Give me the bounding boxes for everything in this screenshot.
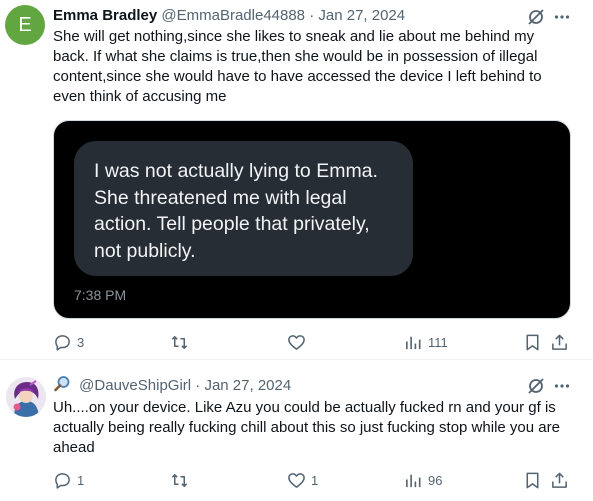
share-button[interactable] [550,332,569,352]
like-button[interactable]: 1 [287,470,318,490]
reply-button[interactable]: 3 [53,332,84,352]
avatar[interactable]: E [5,5,45,45]
tweet-text: Uh....on your device. Like Azu you could… [53,399,560,456]
tweet-date[interactable]: Jan 27, 2024 [318,7,405,24]
tweet-media-image[interactable]: I was not actually lying to Emma. She th… [53,120,571,319]
views-icon [406,474,421,487]
share-icon [552,472,567,488]
repost-icon [171,473,188,487]
more-icon[interactable] [552,376,572,396]
more-icon[interactable] [552,7,572,27]
bookmark-icon [526,334,539,350]
bookmark-icon [526,472,539,488]
separator: · [195,377,201,394]
reply-count: 3 [77,334,85,350]
like-button[interactable] [287,332,311,352]
reply-button[interactable]: 1 [53,470,84,490]
tweet-actions: 3 111 [53,332,573,352]
view-count: 96 [428,472,443,488]
tweet-header: Emma Bradley @EmmaBradle44888 · Jan 27, … [53,6,405,26]
view-count: 111 [428,334,448,350]
grok-icon[interactable] [526,7,546,27]
views-button[interactable]: 111 [404,332,448,352]
like-icon [288,472,305,488]
tweet-date[interactable]: Jan 27, 2024 [204,377,291,394]
repost-button[interactable] [170,470,194,490]
display-name[interactable]: Emma Bradley [53,7,157,24]
grok-icon[interactable] [526,376,546,396]
like-count: 1 [311,472,319,488]
repost-button[interactable] [170,332,194,352]
tweet-actions: 1 1 96 [53,470,573,490]
tweet[interactable]: E Emma Bradley @EmmaBradle44888 · Jan 27… [0,0,593,360]
bookmark-button[interactable] [523,332,542,352]
tweet[interactable]: @DauveShipGirl · Jan 27, 2024 Uh....on y… [0,360,593,501]
message-timestamp: 7:38 PM [74,287,127,303]
user-handle[interactable]: @EmmaBradle44888 [161,7,305,24]
views-icon [406,336,421,349]
reply-count: 1 [77,472,85,488]
share-icon [552,334,567,350]
repost-icon [171,335,188,349]
share-button[interactable] [550,470,569,490]
avatar[interactable] [6,377,46,417]
views-button[interactable]: 96 [404,470,442,490]
reply-icon [55,472,70,489]
tweet-header: @DauveShipGirl · Jan 27, 2024 [53,375,291,396]
user-handle[interactable]: @DauveShipGirl [79,377,191,394]
bookmark-button[interactable] [523,470,542,490]
magnifying-glass-icon [53,375,71,393]
reply-icon [55,334,70,351]
message-bubble: I was not actually lying to Emma. She th… [74,141,413,276]
separator: · [309,7,315,24]
tweet-text: She will get nothing,since she likes to … [53,28,542,105]
like-icon [288,334,305,350]
